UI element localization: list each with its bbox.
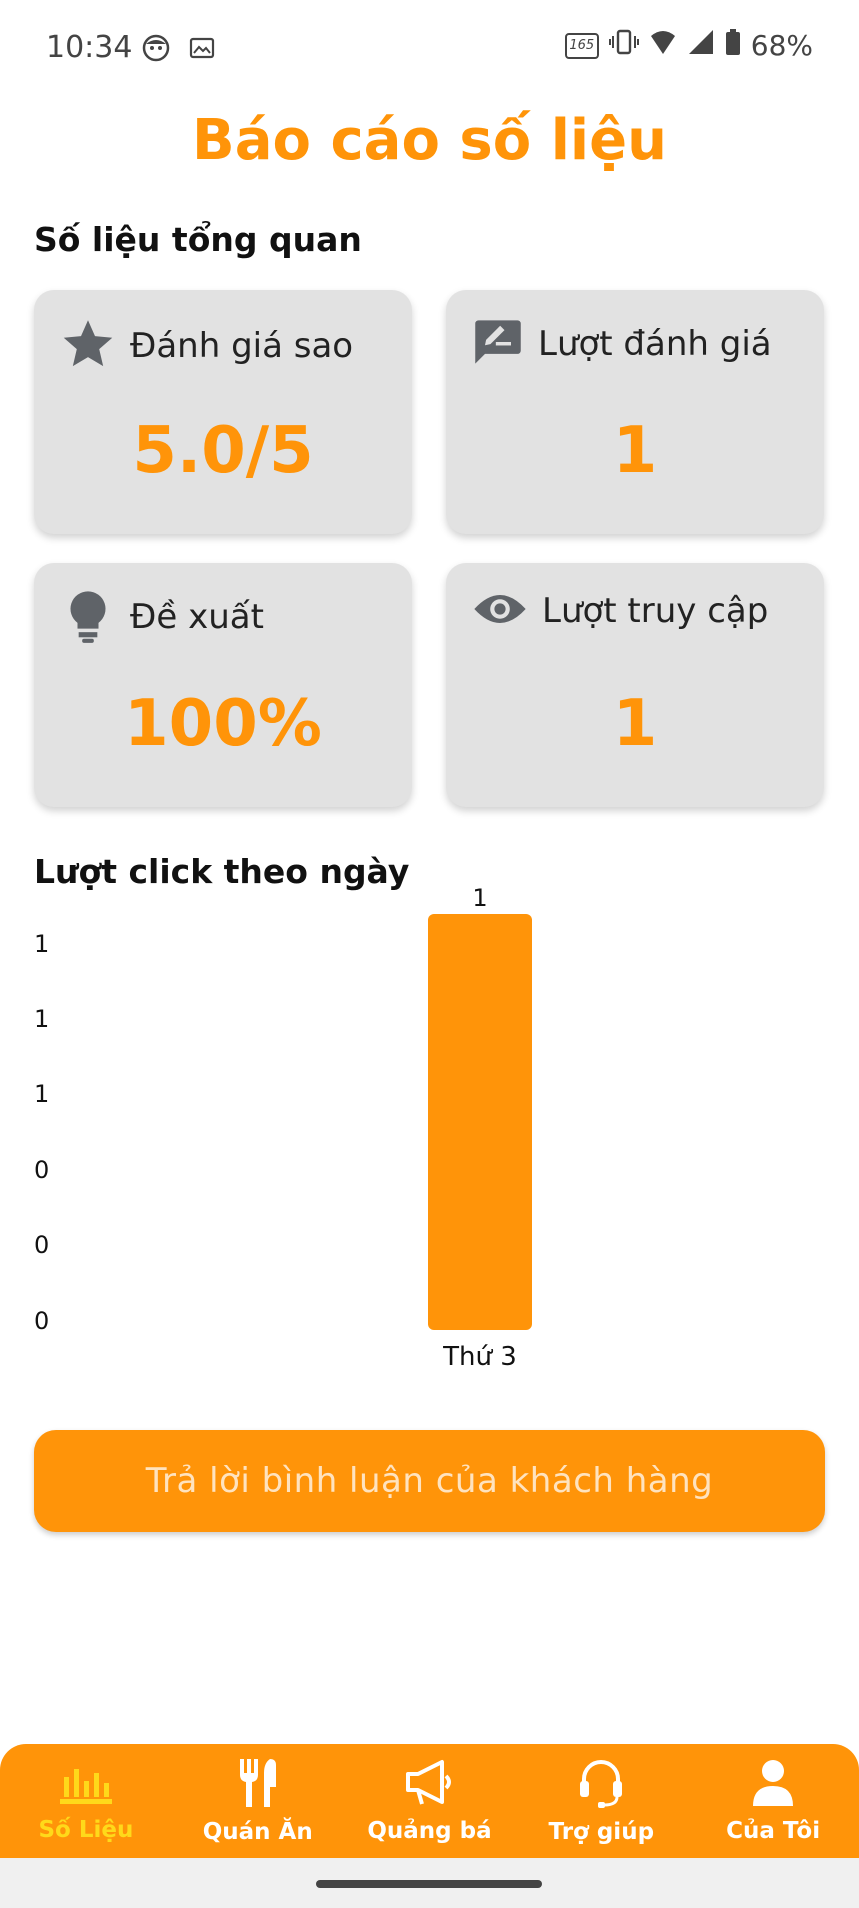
eye-icon xyxy=(472,589,528,633)
tab-quang-ba[interactable]: Quảng bá xyxy=(344,1744,516,1858)
image-notification-icon xyxy=(188,34,216,66)
tab-tro-giup[interactable]: Trợ giúp xyxy=(515,1744,687,1858)
restaurant-icon xyxy=(234,1757,282,1813)
y-tick-label: 0 xyxy=(34,1156,50,1184)
status-bar: 10:34 165 68% xyxy=(0,0,859,96)
page-title: Báo cáo số liệu xyxy=(192,108,667,173)
bar-chart-icon xyxy=(56,1759,116,1811)
star-icon xyxy=(60,316,116,376)
recommend-label: Đề xuất xyxy=(130,597,264,637)
y-tick-label: 0 xyxy=(34,1307,50,1335)
face-notification-icon xyxy=(142,34,170,66)
status-time: 10:34 xyxy=(46,30,133,65)
tab-label: Của Tôi xyxy=(726,1818,821,1844)
bar-data-label: 1 xyxy=(472,884,488,912)
home-handle[interactable] xyxy=(316,1880,542,1888)
rating-value: 5.0/5 xyxy=(132,414,314,488)
status-right: 165 68% xyxy=(564,28,813,63)
visit-count-label: Lượt truy cập xyxy=(542,591,769,631)
click-chart: 1 1 1 0 0 0 1 Thứ 3 xyxy=(0,880,859,1400)
person-icon xyxy=(750,1758,796,1812)
y-tick-label: 1 xyxy=(34,1005,50,1033)
rating-label: Đánh giá sao xyxy=(130,326,354,366)
megaphone-icon xyxy=(402,1758,456,1812)
refresh-rate-icon: 165 xyxy=(564,32,599,59)
tab-label: Quảng bá xyxy=(367,1818,492,1844)
tab-label: Trợ giúp xyxy=(548,1819,655,1845)
tab-so-lieu[interactable]: Số Liệu xyxy=(0,1744,172,1858)
headset-icon xyxy=(576,1757,626,1813)
tab-quan-an[interactable]: Quán Ăn xyxy=(172,1744,344,1858)
visit-count-value: 1 xyxy=(612,687,658,761)
lightbulb-icon xyxy=(60,589,116,645)
wifi-icon xyxy=(649,28,677,63)
review-count-label: Lượt đánh giá xyxy=(538,324,772,364)
system-nav-bar xyxy=(0,1858,859,1908)
review-count-card: Lượt đánh giá 1 xyxy=(446,290,824,534)
x-tick-label: Thứ 3 xyxy=(443,1342,517,1372)
review-count-value: 1 xyxy=(612,414,658,488)
battery-icon xyxy=(725,28,741,63)
vibrate-icon xyxy=(608,28,639,63)
tab-label: Số Liệu xyxy=(38,1817,134,1843)
tab-cua-toi[interactable]: Của Tôi xyxy=(687,1744,859,1858)
recommend-value: 100% xyxy=(124,687,322,761)
battery-percent: 68% xyxy=(750,29,813,62)
overview-section-title: Số liệu tổng quan xyxy=(34,220,362,259)
rating-card: Đánh giá sao 5.0/5 xyxy=(34,290,412,534)
chart-bar xyxy=(428,914,532,1330)
reply-comments-button[interactable]: Trả lời bình luận của khách hàng xyxy=(34,1430,825,1532)
tab-label: Quán Ăn xyxy=(202,1819,313,1845)
y-tick-label: 1 xyxy=(34,1080,50,1108)
y-tick-label: 1 xyxy=(34,930,50,958)
visit-count-card: Lượt truy cập 1 xyxy=(446,563,824,807)
rate-review-icon xyxy=(472,316,524,372)
y-tick-label: 0 xyxy=(34,1231,50,1259)
bottom-tab-bar: Số Liệu Quán Ăn Quảng bá Trợ giúp Của Tô… xyxy=(0,1744,859,1858)
signal-icon xyxy=(687,28,715,63)
recommend-card: Đề xuất 100% xyxy=(34,563,412,807)
